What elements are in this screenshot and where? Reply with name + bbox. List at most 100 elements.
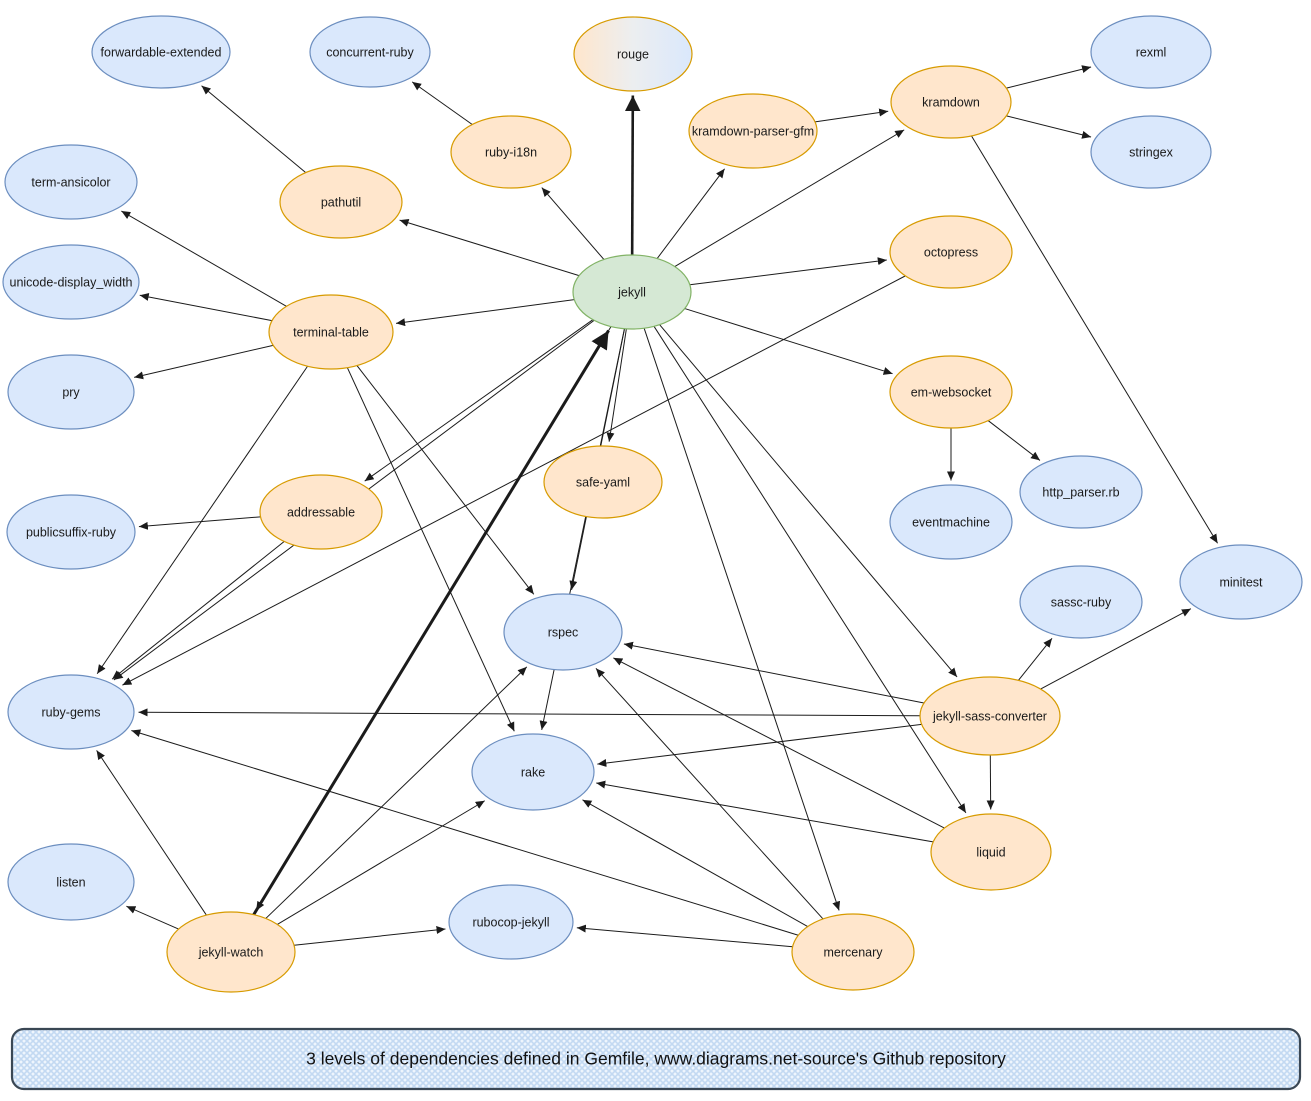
node-shape-safe-yaml[interactable] bbox=[543, 445, 663, 519]
node-shape-kramdown-parser-gfm[interactable] bbox=[688, 93, 818, 169]
edge-addressable-to-ruby-gems[interactable] bbox=[111, 541, 285, 680]
node-em-websocket[interactable]: em-websocket bbox=[889, 355, 1013, 429]
node-concurrent-ruby[interactable]: concurrent-ruby bbox=[309, 16, 431, 88]
node-pathutil[interactable]: pathutil bbox=[279, 165, 403, 239]
node-shape-forwardable-extended[interactable] bbox=[91, 15, 231, 89]
node-shape-liquid[interactable] bbox=[930, 813, 1052, 891]
node-jekyll-watch[interactable]: jekyll-watch bbox=[166, 911, 296, 993]
edge-ruby-i18n-to-concurrent-ruby[interactable] bbox=[411, 81, 473, 125]
node-shape-sassc-ruby[interactable] bbox=[1019, 565, 1143, 639]
nodes-layer: forwardable-extended concurrent-ruby rouge… bbox=[2, 15, 1303, 993]
node-shape-minitest[interactable] bbox=[1179, 544, 1303, 620]
edge-em-websocket-to-http_parser.rb[interactable] bbox=[987, 420, 1041, 461]
edge-jekyll-to-pathutil[interactable] bbox=[399, 218, 580, 277]
edge-jekyll-to-safe-yaml[interactable] bbox=[606, 328, 627, 442]
node-terminal-table[interactable]: terminal-table bbox=[268, 294, 394, 370]
node-shape-term-ansicolor[interactable] bbox=[4, 144, 138, 220]
node-shape-rubocop-jekyll[interactable] bbox=[448, 884, 574, 960]
node-shape-addressable[interactable] bbox=[259, 474, 383, 550]
edge-jekyll-sass-converter-to-rake[interactable] bbox=[597, 723, 922, 767]
edge-jekyll-to-octopress[interactable] bbox=[689, 257, 887, 286]
edge-jekyll-to-ruby-i18n[interactable] bbox=[541, 187, 605, 260]
node-rouge[interactable]: rouge bbox=[573, 16, 693, 92]
node-mercenary[interactable]: mercenary bbox=[791, 913, 915, 991]
node-jekyll[interactable]: jekyll bbox=[572, 254, 692, 330]
node-shape-rexml[interactable] bbox=[1090, 15, 1212, 89]
node-listen[interactable]: listen bbox=[7, 843, 135, 921]
node-shape-pathutil[interactable] bbox=[279, 165, 403, 239]
edge-mercenary-to-rspec[interactable] bbox=[595, 668, 824, 920]
edge-kramdown-to-stringex[interactable] bbox=[1006, 115, 1092, 139]
node-octopress[interactable]: octopress bbox=[889, 215, 1013, 289]
graph-canvas: forwardable-extended concurrent-ruby rouge… bbox=[2, 15, 1303, 1091]
node-shape-eventmachine[interactable] bbox=[889, 484, 1013, 560]
node-shape-concurrent-ruby[interactable] bbox=[309, 16, 431, 88]
node-shape-jekyll-watch[interactable] bbox=[166, 911, 296, 993]
node-publicsuffix-ruby[interactable]: publicsuffix-ruby bbox=[6, 494, 136, 570]
node-stringex[interactable]: stringex bbox=[1090, 115, 1212, 189]
node-shape-terminal-table[interactable] bbox=[268, 294, 394, 370]
node-shape-pry[interactable] bbox=[7, 354, 135, 430]
node-shape-kramdown[interactable] bbox=[890, 65, 1012, 139]
edge-kramdown-to-rexml[interactable] bbox=[1006, 65, 1092, 89]
edge-jekyll-sass-converter-to-rspec[interactable] bbox=[623, 641, 925, 704]
node-shape-jekyll-sass-converter[interactable] bbox=[919, 676, 1061, 756]
node-forwardable-extended[interactable]: forwardable-extended bbox=[91, 15, 231, 89]
node-eventmachine[interactable]: eventmachine bbox=[889, 484, 1013, 560]
node-shape-jekyll[interactable] bbox=[572, 254, 692, 330]
edge-jekyll-watch-to-rubocop-jekyll[interactable] bbox=[294, 926, 446, 946]
node-kramdown-parser-gfm[interactable]: kramdown-parser-gfm bbox=[688, 93, 818, 169]
node-safe-yaml[interactable]: safe-yaml bbox=[543, 445, 663, 519]
edge-terminal-table-to-term-ansicolor[interactable] bbox=[121, 210, 287, 307]
node-ruby-gems[interactable]: ruby-gems bbox=[7, 674, 135, 750]
node-jekyll-sass-converter[interactable]: jekyll-sass-converter bbox=[919, 676, 1061, 756]
edge-jekyll-sass-converter-to-sassc-ruby[interactable] bbox=[1018, 638, 1053, 681]
node-ruby-i18n[interactable]: ruby-i18n bbox=[450, 115, 572, 189]
caption-group: 3 levels of dependencies defined in Gemf… bbox=[10, 1027, 1302, 1091]
node-shape-http_parser.rb[interactable] bbox=[1019, 455, 1143, 529]
edge-pathutil-to-forwardable-extended[interactable] bbox=[201, 85, 307, 174]
edge-liquid-to-rake[interactable] bbox=[596, 780, 934, 843]
edge-jekyll-to-terminal-table[interactable] bbox=[395, 299, 575, 327]
edge-jekyll-watch-to-listen[interactable] bbox=[126, 905, 179, 930]
node-shape-unicode-display_width[interactable] bbox=[2, 244, 140, 320]
node-term-ansicolor[interactable]: term-ansicolor bbox=[4, 144, 138, 220]
node-rexml[interactable]: rexml bbox=[1090, 15, 1212, 89]
node-shape-ruby-i18n[interactable] bbox=[450, 115, 572, 189]
edge-terminal-table-to-pry[interactable] bbox=[134, 344, 274, 380]
node-rubocop-jekyll[interactable]: rubocop-jekyll bbox=[448, 884, 574, 960]
edge-terminal-table-to-unicode-display_width[interactable] bbox=[139, 292, 273, 322]
node-rake[interactable]: rake bbox=[471, 733, 595, 811]
node-sassc-ruby[interactable]: sassc-ruby bbox=[1019, 565, 1143, 639]
node-kramdown[interactable]: kramdown bbox=[890, 65, 1012, 139]
edge-jekyll-sass-converter-to-ruby-gems[interactable] bbox=[138, 708, 921, 717]
edge-jekyll-to-kramdown-parser-gfm[interactable] bbox=[656, 168, 726, 259]
node-rspec[interactable]: rspec bbox=[503, 593, 623, 671]
node-liquid[interactable]: liquid bbox=[930, 813, 1052, 891]
node-shape-listen[interactable] bbox=[7, 843, 135, 921]
edge-jekyll-to-mercenary[interactable] bbox=[643, 328, 841, 911]
edge-addressable-to-publicsuffix-ruby[interactable] bbox=[138, 516, 261, 530]
node-shape-stringex[interactable] bbox=[1090, 115, 1212, 189]
node-shape-octopress[interactable] bbox=[889, 215, 1013, 289]
edge-terminal-table-to-rspec[interactable] bbox=[356, 365, 535, 595]
node-shape-mercenary[interactable] bbox=[791, 913, 915, 991]
node-shape-rouge[interactable] bbox=[573, 16, 693, 92]
edge-jekyll-to-rouge[interactable] bbox=[624, 95, 641, 256]
node-shape-rspec[interactable] bbox=[503, 593, 623, 671]
edge-kramdown-parser-gfm-to-kramdown[interactable] bbox=[814, 108, 889, 123]
node-http_parser.rb[interactable]: http_parser.rb bbox=[1019, 455, 1143, 529]
node-unicode-display_width[interactable]: unicode-display_width bbox=[2, 244, 140, 320]
edge-jekyll-to-em-websocket[interactable] bbox=[684, 308, 893, 375]
node-shape-ruby-gems[interactable] bbox=[7, 674, 135, 750]
node-pry[interactable]: pry bbox=[7, 354, 135, 430]
edge-mercenary-to-rake[interactable] bbox=[582, 799, 808, 927]
node-shape-rake[interactable] bbox=[471, 733, 595, 811]
edge-jekyll-watch-to-rake[interactable] bbox=[277, 800, 486, 925]
node-minitest[interactable]: minitest bbox=[1179, 544, 1303, 620]
edge-mercenary-to-rubocop-jekyll[interactable] bbox=[576, 924, 793, 948]
node-shape-publicsuffix-ruby[interactable] bbox=[6, 494, 136, 570]
node-addressable[interactable]: addressable bbox=[259, 474, 383, 550]
node-shape-em-websocket[interactable] bbox=[889, 355, 1013, 429]
edge-terminal-table-to-rake[interactable] bbox=[346, 367, 515, 732]
